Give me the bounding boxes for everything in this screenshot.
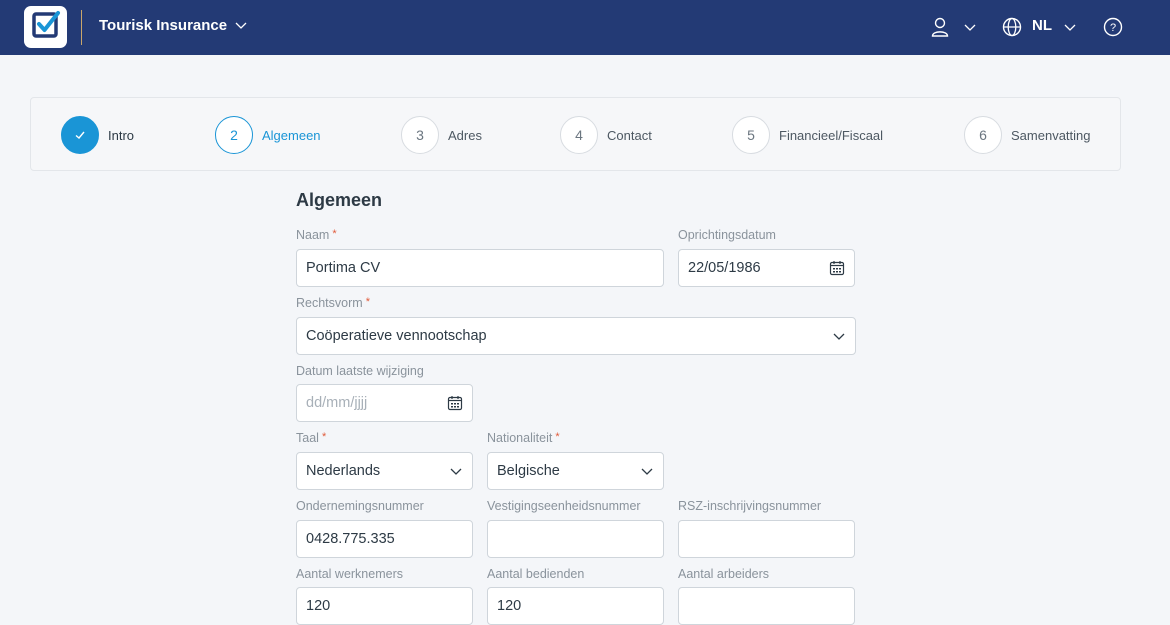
aantal-bedienden-field[interactable] <box>487 587 664 625</box>
naam-input[interactable] <box>306 250 654 286</box>
logo-divider <box>81 10 82 45</box>
step-number: 6 <box>964 116 1002 154</box>
step-number: 2 <box>215 116 253 154</box>
wizard-stepper: Intro 2 Algemeen 3 Adres 4 Contact 5 Fin… <box>30 97 1121 171</box>
step-adres[interactable]: 3 Adres <box>401 116 482 154</box>
vestigingseenheidsnummer-field[interactable] <box>487 520 664 558</box>
help-icon[interactable]: ? <box>1103 17 1123 37</box>
aantal-werknemers-field[interactable] <box>296 587 473 625</box>
rsz-inschrijvingsnummer-field[interactable] <box>678 520 855 558</box>
checkmark-icon <box>75 131 85 139</box>
aantal-bedienden-input[interactable] <box>497 588 654 624</box>
aantal-werknemers-label: Aantal werknemers <box>296 567 403 581</box>
taal-label: Taal * <box>296 431 327 445</box>
aantal-werknemers-input[interactable] <box>306 588 463 624</box>
taal-select[interactable]: Nederlands <box>296 452 473 490</box>
step-number: 5 <box>732 116 770 154</box>
taal-value: Nederlands <box>306 463 381 479</box>
step-number: 3 <box>401 116 439 154</box>
checkbox-logo-icon <box>31 10 61 45</box>
datum-laatste-wijziging-input[interactable] <box>306 385 447 421</box>
datum-laatste-wijziging-label: Datum laatste wijziging <box>296 364 424 378</box>
language-chevron-icon[interactable] <box>1063 20 1077 34</box>
naam-field[interactable] <box>296 249 664 287</box>
vestigingseenheidsnummer-input[interactable] <box>497 521 654 557</box>
app-title[interactable]: Tourisk Insurance <box>99 17 227 34</box>
step-samenvatting[interactable]: 6 Samenvatting <box>964 116 1091 154</box>
user-menu-chevron-icon[interactable] <box>963 20 977 34</box>
calendar-icon[interactable] <box>447 395 463 411</box>
ondernemingsnummer-field[interactable] <box>296 520 473 558</box>
naam-label: Naam * <box>296 228 337 242</box>
step-algemeen[interactable]: 2 Algemeen <box>215 116 321 154</box>
step-financieel-fiscaal[interactable]: 5 Financieel/Fiscaal <box>732 116 884 154</box>
step-label: Samenvatting <box>1011 127 1091 143</box>
calendar-icon[interactable] <box>829 260 845 276</box>
step-number: 4 <box>560 116 598 154</box>
aantal-arbeiders-label: Aantal arbeiders <box>678 567 770 581</box>
top-bar: Tourisk Insurance NL ? <box>0 0 1170 55</box>
user-icon[interactable] <box>931 17 949 37</box>
datum-laatste-wijziging-field[interactable] <box>296 384 473 422</box>
oprichtingsdatum-field[interactable] <box>678 249 855 287</box>
rechtsvorm-label: Rechtsvorm * <box>296 296 370 310</box>
ondernemingsnummer-label: Ondernemingsnummer <box>296 499 424 513</box>
svg-text:?: ? <box>1110 22 1116 34</box>
step-label: Intro <box>108 127 135 143</box>
step-label: Adres <box>448 127 482 143</box>
chevron-down-icon <box>640 464 654 478</box>
step-done-circle <box>61 116 99 154</box>
app-logo[interactable] <box>24 6 67 48</box>
chevron-down-icon[interactable] <box>234 18 248 32</box>
rsz-inschrijvingsnummer-label: RSZ-inschrijvingsnummer <box>678 499 822 513</box>
nationaliteit-select[interactable]: Belgische <box>487 452 664 490</box>
globe-icon[interactable] <box>1002 17 1022 37</box>
nationaliteit-label: Nationaliteit * <box>487 431 560 445</box>
step-intro[interactable]: Intro <box>61 116 135 154</box>
aantal-bedienden-label: Aantal bedienden <box>487 567 585 581</box>
chevron-down-icon <box>449 464 463 478</box>
aantal-arbeiders-input[interactable] <box>688 588 845 624</box>
aantal-arbeiders-field[interactable] <box>678 587 855 625</box>
step-label: Algemeen <box>262 127 321 143</box>
rsz-inschrijvingsnummer-input[interactable] <box>688 521 845 557</box>
language-selector[interactable]: NL <box>1032 17 1052 34</box>
oprichtingsdatum-label: Oprichtingsdatum <box>678 228 776 242</box>
step-contact[interactable]: 4 Contact <box>560 116 652 154</box>
oprichtingsdatum-input[interactable] <box>688 250 829 286</box>
vestigingseenheidsnummer-label: Vestigingseenheidsnummer <box>487 499 641 513</box>
ondernemingsnummer-input[interactable] <box>306 521 463 557</box>
step-label: Contact <box>607 127 652 143</box>
nationaliteit-value: Belgische <box>497 463 560 479</box>
chevron-down-icon <box>832 329 846 343</box>
section-title: Algemeen <box>296 190 383 210</box>
rechtsvorm-value: Coöperatieve vennootschap <box>306 328 487 344</box>
step-label: Financieel/Fiscaal <box>779 127 884 143</box>
rechtsvorm-select[interactable]: Coöperatieve vennootschap <box>296 317 856 355</box>
